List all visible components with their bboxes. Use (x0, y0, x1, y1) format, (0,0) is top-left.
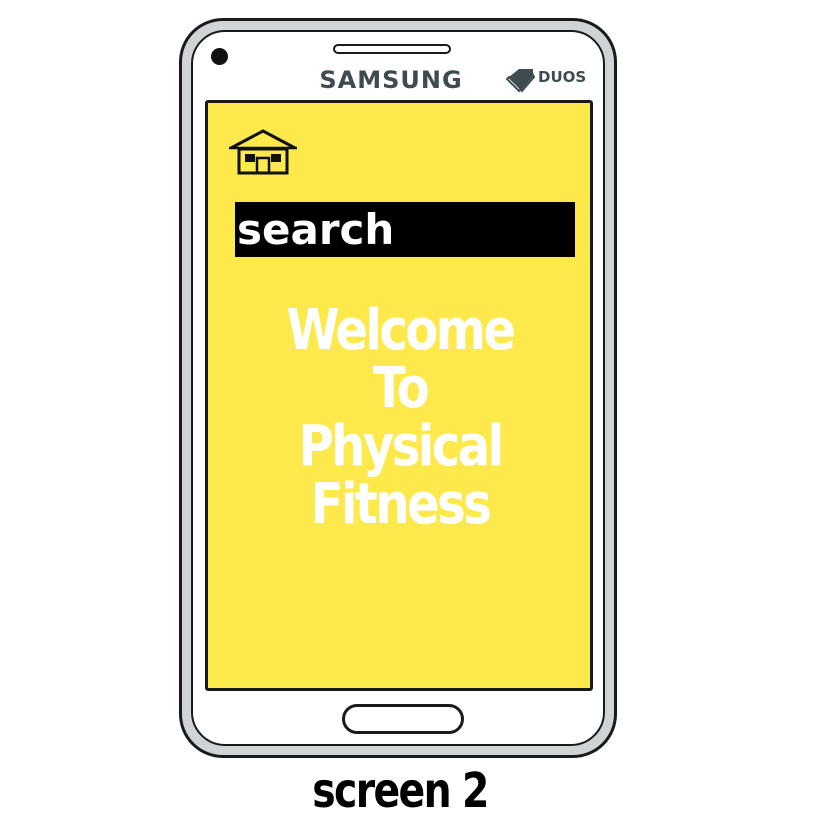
dual-sim-icon (506, 69, 536, 93)
welcome-line: Physical (298, 414, 504, 479)
search-input[interactable]: search (235, 202, 575, 257)
brand-logo: SAMSUNG (319, 66, 463, 94)
mockup-stage: SAMSUNG DUOS search Welcome To Physical … (0, 0, 827, 827)
search-label: search (237, 205, 395, 254)
dual-sim-label: DUOS (538, 68, 587, 86)
screen-caption: screen 2 (312, 763, 489, 819)
front-camera (211, 48, 228, 65)
welcome-message: Welcome To Physical Fitness (210, 302, 590, 534)
physical-home-button[interactable] (342, 704, 464, 734)
home-icon[interactable] (227, 128, 299, 176)
welcome-line: To (372, 356, 430, 421)
welcome-line: Welcome (286, 298, 516, 363)
earpiece-speaker (333, 44, 451, 54)
welcome-line: Fitness (310, 472, 492, 537)
